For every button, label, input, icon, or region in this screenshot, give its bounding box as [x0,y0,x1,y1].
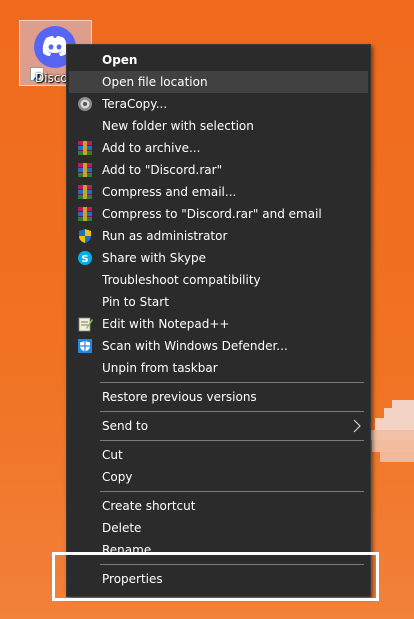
menu-item-troubleshoot-compatibility[interactable]: Troubleshoot compatibility [69,269,368,291]
menu-item-teracopy[interactable]: TeraCopy... [69,93,368,115]
properties-highlight-box [52,552,379,601]
svg-text:S: S [81,254,88,265]
menu-item-label: Compress and email... [102,185,237,199]
winrar-icon [77,184,93,200]
skype-icon: S [77,250,93,266]
menu-item-create-shortcut[interactable]: Create shortcut [69,495,368,517]
menu-item-label: Send to [102,419,149,433]
menu-item-label: TeraCopy... [102,97,168,111]
teracopy-icon [77,96,93,112]
defender-icon [77,338,93,354]
menu-item-label: Add to archive... [102,141,201,155]
menu-item-label: Open [102,53,138,67]
menu-separator [100,440,364,441]
menu-item-compress-to-discord-rar-and-email[interactable]: Compress to "Discord.rar" and email [69,203,368,225]
menu-item-delete[interactable]: Delete [69,517,368,539]
menu-item-label: Pin to Start [102,295,169,309]
menu-item-label: Cut [102,448,123,462]
menu-item-label: Delete [102,521,142,535]
menu-item-restore-previous-versions[interactable]: Restore previous versions [69,386,368,408]
winrar-icon [77,140,93,156]
menu-item-copy[interactable]: Copy [69,466,368,488]
menu-item-add-to-discord-rar[interactable]: Add to "Discord.rar" [69,159,368,181]
menu-separator [100,491,364,492]
notepadpp-icon [77,316,93,332]
menu-item-run-as-administrator[interactable]: Run as administrator [69,225,368,247]
menu-item-label: New folder with selection [102,119,254,133]
menu-item-open-file-location[interactable]: Open file location [69,71,368,93]
menu-item-label: Share with Skype [102,251,206,265]
menu-item-label: Add to "Discord.rar" [102,163,223,177]
menu-item-label: Restore previous versions [102,390,257,404]
menu-item-open[interactable]: Open [69,49,368,71]
menu-item-new-folder-with-selection[interactable]: New folder with selection [69,115,368,137]
menu-item-label: Create shortcut [102,499,196,513]
winrar-icon [77,206,93,222]
menu-item-send-to[interactable]: Send to [69,415,368,437]
menu-item-label: Troubleshoot compatibility [102,273,261,287]
menu-item-pin-to-start[interactable]: Pin to Start [69,291,368,313]
menu-item-share-with-skype[interactable]: S Share with Skype [69,247,368,269]
uac-shield-icon [77,228,93,244]
context-menu: Open Open file location TeraCopy... New … [66,44,371,597]
menu-item-edit-with-notepadpp[interactable]: Edit with Notepad++ [69,313,368,335]
menu-item-cut[interactable]: Cut [69,444,368,466]
menu-item-unpin-from-taskbar[interactable]: Unpin from taskbar [69,357,368,379]
menu-separator [100,411,364,412]
menu-item-label: Copy [102,470,133,484]
chevron-right-icon [352,419,362,436]
menu-item-label: Compress to "Discord.rar" and email [102,207,322,221]
menu-item-label: Unpin from taskbar [102,361,218,375]
menu-separator [100,382,364,383]
menu-item-compress-and-email[interactable]: Compress and email... [69,181,368,203]
menu-item-scan-with-windows-defender[interactable]: Scan with Windows Defender... [69,335,368,357]
menu-item-add-to-archive[interactable]: Add to archive... [69,137,368,159]
menu-item-label: Run as administrator [102,229,228,243]
winrar-icon [77,162,93,178]
menu-item-label: Open file location [102,75,208,89]
menu-item-label: Scan with Windows Defender... [102,339,288,353]
menu-item-label: Edit with Notepad++ [102,317,230,331]
